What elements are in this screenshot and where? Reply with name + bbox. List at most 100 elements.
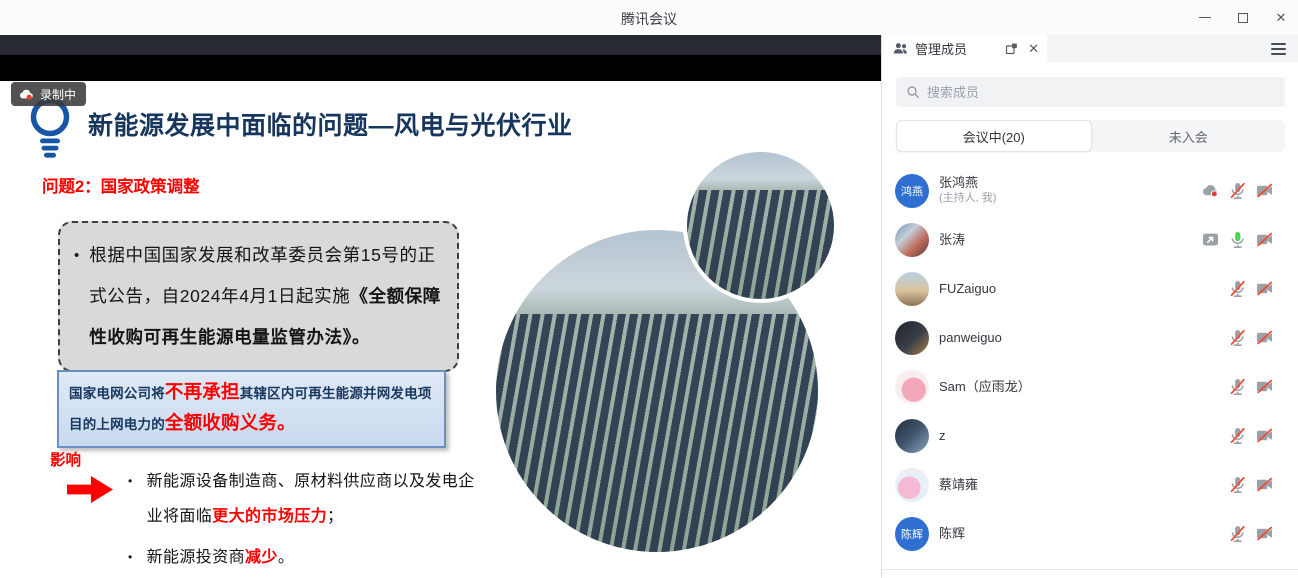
policy-em-1: 不再承担 [165, 381, 240, 402]
people-icon [892, 40, 909, 57]
tab-in-meeting[interactable]: 会议中(20) [896, 120, 1092, 152]
member-row-chenhui[interactable]: 陈辉 陈辉 [882, 509, 1298, 558]
search-input[interactable] [927, 85, 1276, 100]
policy-em-2: 全额收购义务。 [165, 412, 296, 433]
member-row-fuzaiguo[interactable]: FUZaiguo [882, 264, 1298, 313]
impact-list: • 新能源设备制造商、原材料供应商以及发电企业将面临更大的市场压力； • 新能源… [128, 464, 476, 575]
policy-box: 国家电网公司将不再承担其辖区内可再生能源并网发电项目的上网电力的全额收购义务。 [57, 370, 446, 448]
tab-not-joined[interactable]: 未入会 [1092, 120, 1286, 152]
member-name: z [939, 428, 946, 444]
camera-off-icon[interactable] [1255, 230, 1274, 249]
policy-text: 国家电网公司将不再承担其辖区内可再生能源并网发电项目的上网电力的全额收购义务。 [69, 377, 436, 439]
impact-label: 影响 [50, 448, 81, 470]
member-name: 张鸿燕 [939, 175, 996, 191]
camera-off-icon[interactable] [1255, 475, 1274, 494]
mic-muted-icon[interactable] [1228, 475, 1247, 494]
minimize-icon [1199, 17, 1211, 18]
member-name: FUZaiguo [939, 281, 996, 297]
mic-muted-icon[interactable] [1228, 328, 1247, 347]
member-filter-tabs: 会议中(20) 未入会 [896, 120, 1285, 152]
impact-2-pre: 新能源投资商 [147, 549, 245, 566]
mic-muted-icon[interactable] [1228, 426, 1247, 445]
hamburger-menu-icon[interactable] [1271, 43, 1286, 55]
member-name: panweiguo [939, 330, 1002, 346]
member-search[interactable] [896, 77, 1285, 107]
member-row-panweiguo[interactable]: panweiguo [882, 313, 1298, 362]
member-row-z[interactable]: z [882, 411, 1298, 460]
member-row-zhanghongyan[interactable]: 鸿燕 张鸿燕 (主持人, 我) [882, 166, 1298, 215]
mic-muted-icon[interactable] [1228, 524, 1247, 543]
cloud-recording-icon[interactable] [1201, 181, 1220, 200]
impact-item-2-text: 新能源投资商减少。 [147, 540, 295, 575]
policy-text-1: 国家电网公司将 [69, 386, 165, 401]
impact-arrow-icon [67, 476, 113, 503]
camera-off-icon[interactable] [1255, 328, 1274, 347]
avatar [895, 468, 929, 502]
impact-2-em: 减少 [245, 549, 278, 566]
problem-heading: 问题2：国家政策调整 [42, 173, 200, 197]
impact-bullet-1: • [128, 464, 133, 534]
avatar [895, 419, 929, 453]
avatar [895, 321, 929, 355]
notice-text: 根据中国国家发展和改革委员会第15号的正式公告，自2024年4月1日起实施《全额… [89, 235, 441, 358]
share-top-strip [0, 35, 881, 55]
camera-off-icon[interactable] [1255, 524, 1274, 543]
member-name: 陈辉 [939, 526, 965, 542]
avatar [895, 272, 929, 306]
screen-share-view: 录制中 新能源发展中面临的问题—风电与光伏行业 问题2：国家政策调整 • 根据中… [0, 35, 881, 578]
close-window-button[interactable]: ✕ [1274, 11, 1288, 25]
camera-off-icon[interactable] [1255, 181, 1274, 200]
tab-manage-members[interactable]: 管理成员 ✕ [882, 35, 1047, 62]
notice-bullet: • [74, 235, 79, 358]
recording-badge[interactable]: 录制中 [11, 82, 86, 106]
member-row-sam[interactable]: Sam（应雨龙） [882, 362, 1298, 411]
impact-item-2: • 新能源投资商减少。 [128, 540, 476, 575]
member-list: 鸿燕 张鸿燕 (主持人, 我) 张涛 [882, 166, 1298, 558]
member-role: (主持人, 我) [939, 191, 996, 206]
member-row-zhangtao[interactable]: 张涛 [882, 215, 1298, 264]
mic-on-icon[interactable] [1228, 230, 1247, 249]
slide-title: 新能源发展中面临的问题—风电与光伏行业 [88, 106, 573, 142]
mic-muted-icon[interactable] [1228, 181, 1247, 200]
recording-label: 录制中 [40, 86, 76, 103]
close-panel-icon[interactable]: ✕ [1028, 42, 1039, 55]
impact-1-post: ； [327, 508, 343, 525]
screen-sharing-icon[interactable] [1201, 230, 1220, 249]
member-name: 张涛 [939, 232, 965, 248]
camera-off-icon[interactable] [1255, 279, 1274, 298]
avatar: 鸿燕 [895, 174, 929, 208]
panel-title: 管理成员 [915, 39, 967, 58]
avatar [895, 223, 929, 257]
impact-2-post: 。 [278, 549, 294, 566]
member-name: 蔡靖雍 [939, 477, 978, 493]
avatar [895, 370, 929, 404]
impact-1-em: 更大的市场压力 [212, 508, 327, 525]
avatar: 陈辉 [895, 517, 929, 551]
maximize-icon [1238, 13, 1248, 23]
impact-item-1: • 新能源设备制造商、原材料供应商以及发电企业将面临更大的市场压力； [128, 464, 476, 534]
camera-off-icon[interactable] [1255, 377, 1274, 396]
impact-bullet-2: • [128, 540, 133, 575]
app-window: 腾讯会议 ✕ 录制中 新能源发展中面临的问题—风电与光伏行 [0, 0, 1298, 578]
panel-footer-divider [882, 569, 1298, 570]
impact-item-1-text: 新能源设备制造商、原材料供应商以及发电企业将面临更大的市场压力； [147, 464, 476, 534]
member-name: Sam（应雨龙） [939, 379, 1031, 395]
presentation-slide: 录制中 新能源发展中面临的问题—风电与光伏行业 问题2：国家政策调整 • 根据中… [0, 81, 881, 578]
search-icon [905, 84, 921, 100]
members-panel: 管理成员 ✕ 会议中(20) 未入会 鸿燕 张鸿燕 (主持人, 我) [881, 35, 1298, 578]
camera-off-icon[interactable] [1255, 426, 1274, 445]
share-letterbox-bar [0, 55, 881, 81]
solar-farm-photo-small [683, 148, 838, 303]
popout-icon[interactable] [1004, 41, 1019, 56]
mic-muted-icon[interactable] [1228, 279, 1247, 298]
recording-cloud-icon [18, 86, 35, 103]
window-title: 腾讯会议 [0, 9, 1298, 29]
notice-box: • 根据中国国家发展和改革委员会第15号的正式公告，自2024年4月1日起实施《… [58, 221, 459, 372]
close-icon: ✕ [1276, 11, 1287, 24]
mic-muted-icon[interactable] [1228, 377, 1247, 396]
panel-tabbar: 管理成员 ✕ [882, 35, 1298, 62]
member-row-caijingyong[interactable]: 蔡靖雍 [882, 460, 1298, 509]
window-titlebar: 腾讯会议 ✕ [0, 0, 1298, 35]
minimize-button[interactable] [1198, 11, 1212, 25]
maximize-button[interactable] [1236, 11, 1250, 25]
